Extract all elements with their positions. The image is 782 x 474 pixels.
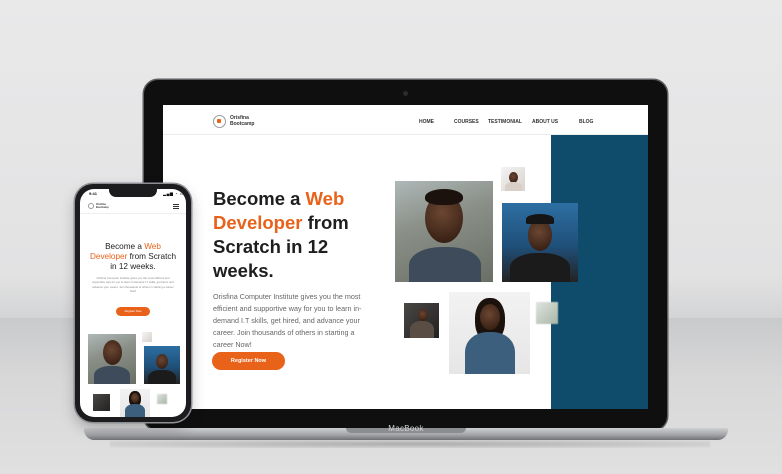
phone-hero-description: Orisfina Computer Institute gives you th… — [92, 276, 174, 294]
photo-hair — [425, 189, 463, 205]
student-photo-man-with-cap — [502, 203, 578, 282]
phone-photo-laptop — [93, 394, 110, 411]
laurel-circle-icon — [213, 115, 226, 128]
laptop-brand-label: MacBook — [388, 424, 424, 433]
laurel-circle-icon — [88, 203, 94, 209]
student-photo-woman — [449, 292, 530, 374]
photo-head — [156, 354, 168, 369]
phone-hero-title: Become a Web Developer from Scratch in 1… — [86, 242, 180, 272]
photo-head — [131, 393, 139, 403]
nav-home[interactable]: HOME — [419, 119, 434, 125]
photo-body — [409, 247, 481, 282]
nav-courses[interactable]: COURSES — [454, 119, 479, 125]
phone-photo-woman — [120, 389, 150, 417]
logo-line2: Bootcamp — [230, 121, 255, 127]
laptop-shadow — [110, 440, 710, 448]
photo-body — [505, 182, 522, 191]
phone-title-accent-1: Web — [144, 242, 161, 251]
hero-title: Become a Web Developer from Scratch in 1… — [213, 187, 383, 283]
phone-photo-small-1 — [142, 332, 152, 342]
phone-notch — [109, 189, 157, 197]
phone-logo-line2: Bootcamp — [96, 206, 109, 209]
phone-photo-man-with-cap — [144, 346, 180, 384]
photo-body — [148, 370, 176, 384]
camera — [403, 91, 408, 96]
nav-testimonial[interactable]: TESTIMONIAL — [488, 119, 522, 125]
phone-title-accent-2: Developer — [89, 252, 128, 261]
phone-title-part1: Become a — [105, 242, 145, 251]
status-time: 9:41 — [89, 191, 98, 196]
photo-head — [103, 340, 122, 365]
photo-body — [410, 321, 434, 338]
nav-blog[interactable]: BLOG — [579, 119, 593, 125]
nav-about-us[interactable]: ABOUT US — [532, 119, 558, 125]
photo-head — [480, 304, 500, 330]
phone: 9:41 ▂▄▆ ◔ ▭ Orisfina Bootcamp Become a … — [75, 184, 191, 422]
photo-body — [125, 404, 145, 417]
student-photo-smiling-man — [395, 181, 493, 282]
student-photo-small-1 — [501, 167, 525, 191]
phone-photo-smiling-man — [88, 334, 136, 384]
phone-screen: 9:41 ▂▄▆ ◔ ▭ Orisfina Bootcamp Become a … — [80, 189, 186, 417]
photo-body — [465, 332, 515, 374]
photo-body — [94, 366, 130, 384]
photo-head — [418, 309, 428, 321]
phone-logo[interactable]: Orisfina Bootcamp — [96, 203, 116, 209]
logo[interactable]: Orisfina Bootcamp — [230, 115, 270, 127]
hamburger-menu-icon[interactable] — [173, 204, 179, 209]
status-icons: ▂▄▆ ◔ ▭ — [163, 191, 184, 196]
register-now-button[interactable]: Register Now — [212, 352, 285, 370]
student-photo-laptop — [404, 303, 439, 338]
photo-body — [510, 253, 570, 282]
phone-register-now-button[interactable]: Register Now — [116, 307, 150, 316]
hero-title-part1: Become a — [213, 188, 306, 209]
laptop: Orisfina Bootcamp HOME COURSES TESTIMONI… — [144, 80, 667, 430]
site-header: Orisfina Bootcamp HOME COURSES TESTIMONI… — [163, 105, 648, 135]
student-photo-small-2 — [536, 302, 558, 324]
photo-cap — [526, 214, 554, 224]
phone-photo-small-2 — [157, 394, 167, 404]
laptop-screen: Orisfina Bootcamp HOME COURSES TESTIMONI… — [163, 105, 648, 409]
hero-description: Orisfina Computer Institute gives you th… — [213, 292, 362, 349]
